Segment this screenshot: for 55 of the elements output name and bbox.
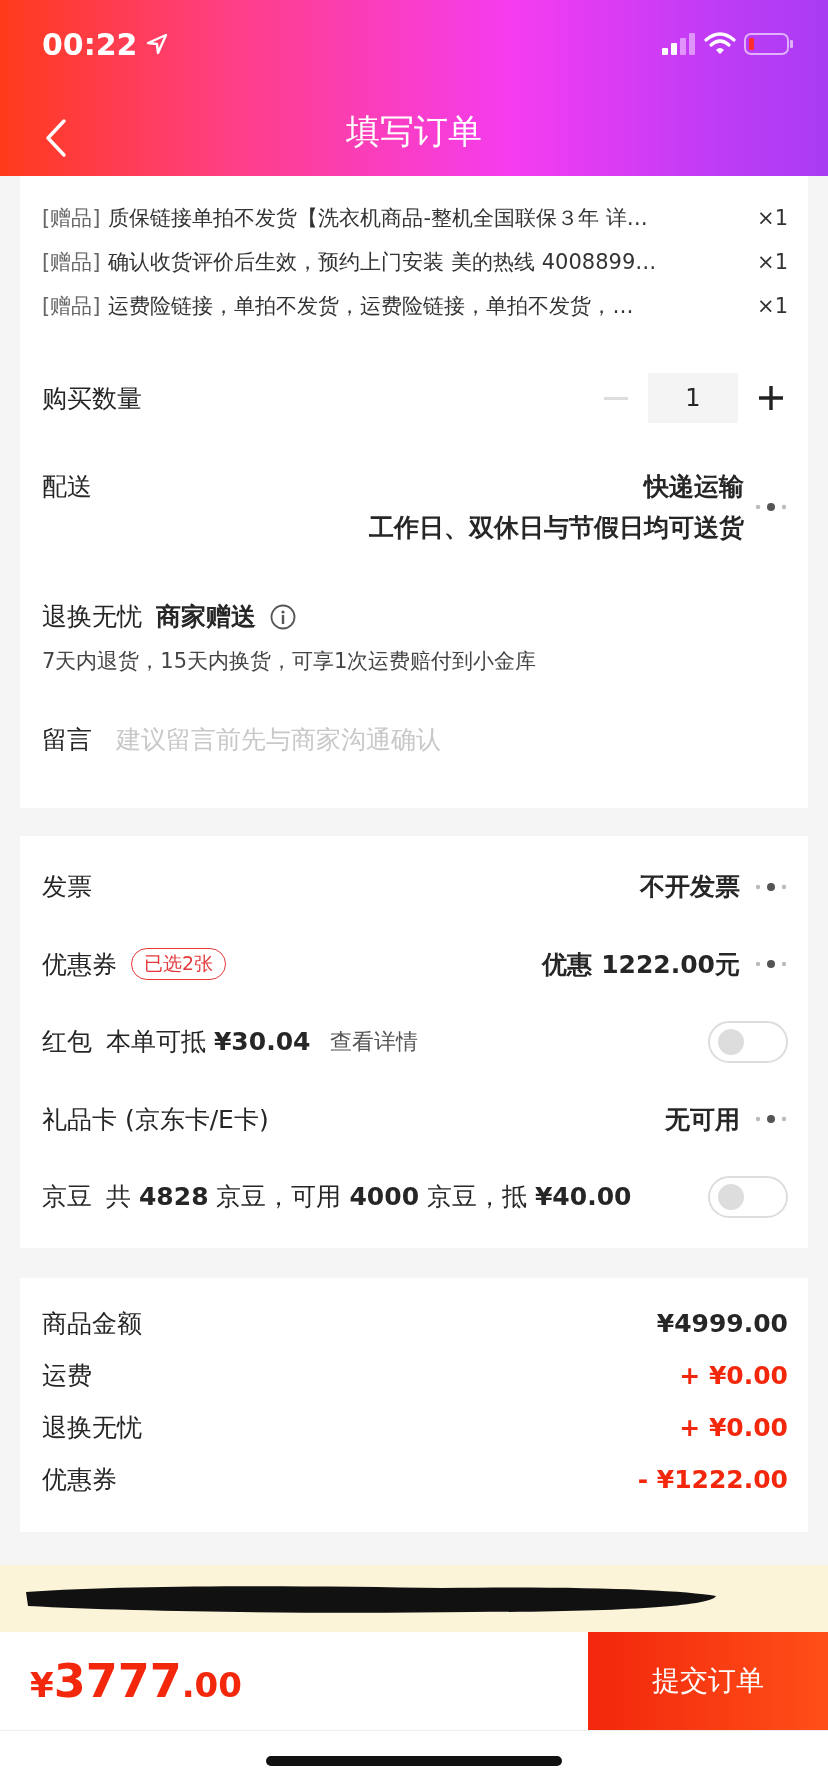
- gift-quantity: ×1: [757, 250, 788, 274]
- payment-value[interactable]: 无可用: [665, 1102, 740, 1136]
- payment-value[interactable]: 优惠 1222.00元: [542, 947, 740, 981]
- merchant-gift-label: 商家赠送: [156, 601, 256, 633]
- gift-description: 运费险链接，单拍不发货，运费险链接，单拍不发货，…: [108, 293, 635, 320]
- payment-label: 红包: [42, 1026, 92, 1059]
- summary-amount: + ¥0.00: [679, 1361, 788, 1390]
- minus-icon: [604, 396, 628, 400]
- more-dots-icon: [754, 959, 788, 970]
- quantity-field[interactable]: 1: [648, 373, 738, 423]
- delivery-label: 配送: [42, 471, 92, 503]
- payment-label: 京豆: [42, 1181, 92, 1214]
- message-label: 留言: [42, 724, 92, 756]
- signal-icon: [662, 33, 696, 55]
- gift-tag: [赠品]: [42, 204, 101, 232]
- back-chevron-icon: [44, 118, 68, 158]
- summary-label: 运费: [42, 1360, 92, 1392]
- return-service-label: 退换无忧: [42, 601, 142, 633]
- summary-label: 商品金额: [42, 1308, 142, 1340]
- quantity-label: 购买数量: [42, 382, 142, 415]
- discount-detail: 本单可抵 ¥30.04: [106, 1026, 311, 1059]
- payment-label: 发票: [42, 871, 92, 904]
- delivery-note: 工作日、双休日与节假日均可送货: [369, 512, 744, 544]
- payment-label: 优惠券: [42, 948, 117, 981]
- gift-quantity: ×1: [757, 294, 788, 318]
- total-price: ¥3777.00: [29, 1653, 243, 1708]
- discount-detail: 共 4828 京豆，可用 4000 京豆，抵 ¥40.00: [106, 1181, 632, 1214]
- summary-amount: + ¥0.00: [679, 1413, 788, 1442]
- toggle-switch[interactable]: [708, 1175, 788, 1218]
- view-details-link[interactable]: 查看详情: [330, 1026, 419, 1057]
- toggle-switch[interactable]: [708, 1020, 788, 1063]
- summary-label: 优惠券: [42, 1464, 117, 1496]
- payment-value[interactable]: 不开发票: [640, 870, 740, 904]
- submit-order-button[interactable]: 提交订单: [588, 1631, 828, 1730]
- delivery-method[interactable]: 快递运输: [644, 470, 744, 503]
- payment-label: 礼品卡 (京东卡/E卡): [42, 1103, 269, 1136]
- info-icon: [270, 603, 296, 630]
- gift-description: 质保链接单拍不发货【洗衣机商品-整机全国联保３年 详…: [108, 205, 649, 232]
- status-time: 00:22: [42, 26, 138, 62]
- summary-label: 退换无忧: [42, 1412, 142, 1444]
- gift-tag: [赠品]: [42, 248, 101, 276]
- location-arrow-icon: [145, 33, 168, 55]
- plus-icon: [758, 385, 784, 411]
- return-service-description: 7天内退货，15天内换货，可享1次运费赔付到小金库: [42, 648, 538, 675]
- gift-tag: [赠品]: [42, 292, 101, 320]
- more-dots-icon: [754, 881, 788, 892]
- summary-amount: - ¥1222.00: [637, 1465, 788, 1494]
- gift-description: 确认收货评价后生效，预约上门安装 美的热线 4008899…: [108, 249, 658, 276]
- page-title: 填写订单: [346, 110, 482, 153]
- gift-quantity: ×1: [757, 206, 788, 230]
- more-dots-icon: [754, 1114, 788, 1125]
- wifi-icon: [704, 32, 736, 56]
- summary-amount: ¥4999.00: [656, 1309, 788, 1338]
- more-dots-icon: [754, 502, 788, 512]
- battery-icon: [744, 32, 794, 56]
